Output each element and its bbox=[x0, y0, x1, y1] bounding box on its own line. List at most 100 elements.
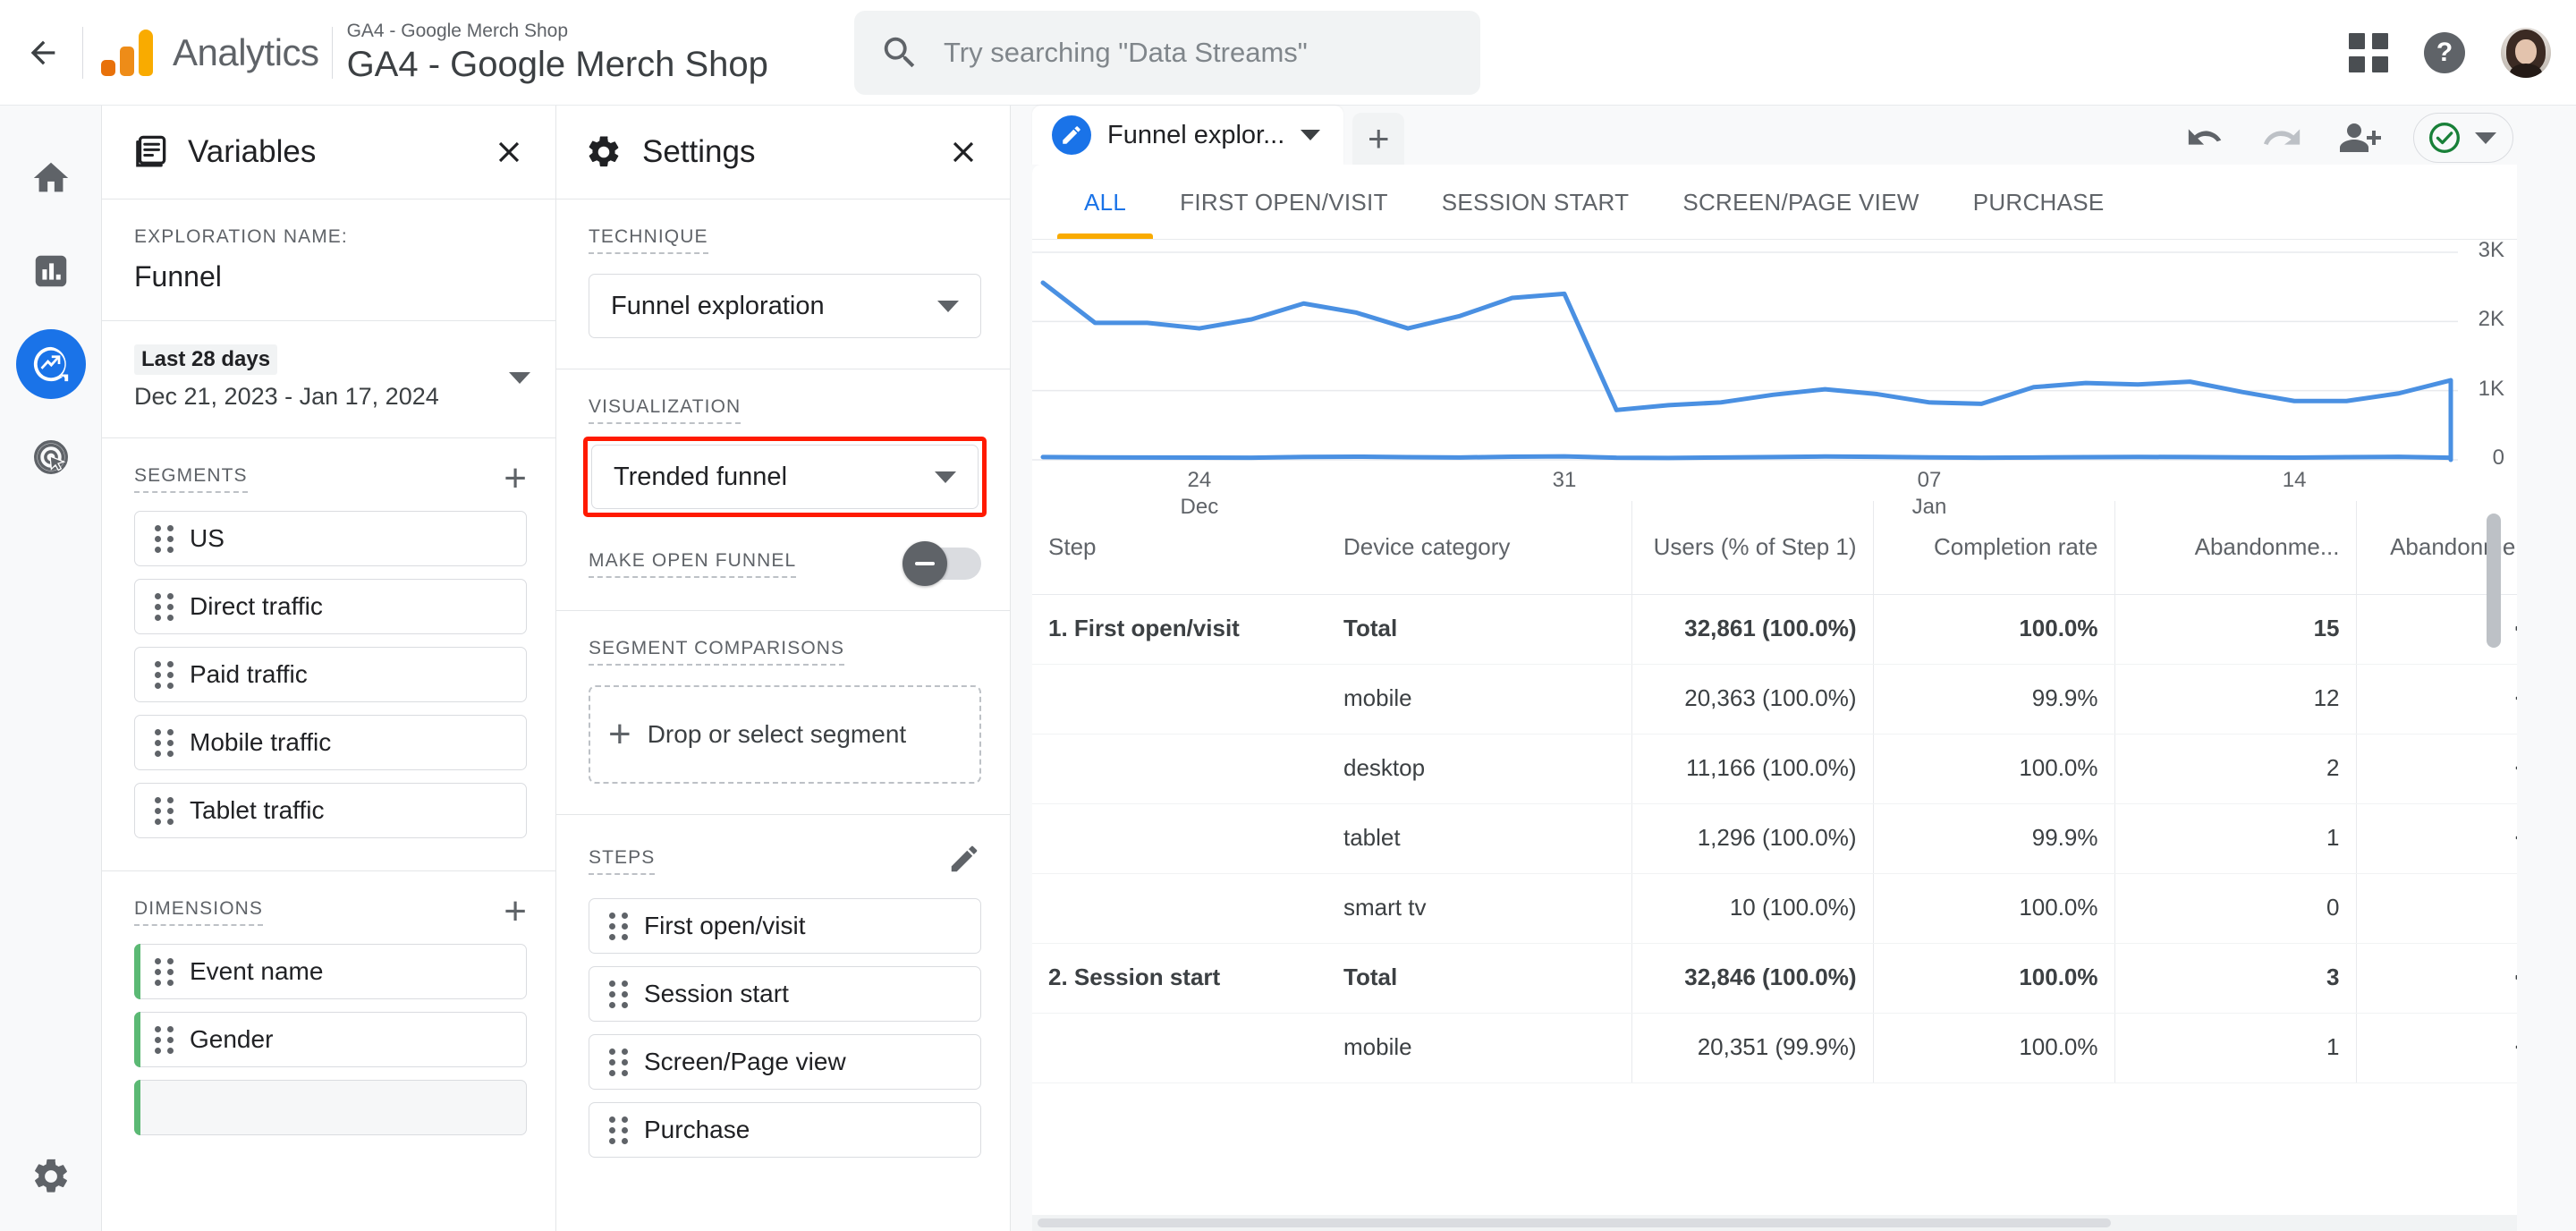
list-item[interactable]: Screen/Page view bbox=[589, 1034, 981, 1090]
table-row[interactable]: 1. First open/visit Total 32,861 (100.0%) 1… bbox=[1032, 594, 2517, 665]
list-item[interactable]: Event name bbox=[134, 944, 527, 999]
left-rail bbox=[0, 106, 102, 1231]
col-abandonments[interactable]: Abandonme... bbox=[2114, 501, 2356, 595]
sidebar-item-explore[interactable] bbox=[15, 329, 86, 399]
cell-abandonments: 1 bbox=[2114, 803, 2356, 874]
make-open-funnel-label: MAKE OPEN FUNNEL bbox=[589, 550, 797, 578]
share-button[interactable] bbox=[2336, 115, 2383, 161]
col-device-category[interactable]: Device category bbox=[1327, 501, 1631, 595]
close-settings-button[interactable] bbox=[942, 131, 985, 174]
segments-section-header: SEGMENTS + bbox=[102, 438, 555, 498]
table-row[interactable]: mobile20,351 (99.9%)100.0%1<0.1% bbox=[1032, 1013, 2517, 1083]
table-row[interactable]: 2. Session start Total 32,846 (100.0%) 100.… bbox=[1032, 943, 2517, 1014]
chart-plot-area bbox=[1032, 251, 2458, 463]
technique-select[interactable]: Funnel exploration bbox=[589, 274, 981, 338]
drag-handle-icon[interactable] bbox=[609, 980, 628, 1008]
add-tab-button[interactable]: + bbox=[1352, 113, 1405, 165]
list-item[interactable]: Mobile traffic bbox=[134, 715, 527, 770]
table-row[interactable]: desktop11,166 (100.0%)100.0%2<0.1% bbox=[1032, 734, 2517, 804]
close-variables-button[interactable] bbox=[487, 131, 530, 174]
person-add-icon bbox=[2340, 123, 2381, 152]
vertical-scrollbar[interactable] bbox=[2481, 174, 2504, 1226]
visualization-select[interactable]: Trended funnel bbox=[591, 445, 979, 509]
edit-steps-button[interactable] bbox=[947, 842, 981, 880]
tab-screen-page-view[interactable]: SCREEN/PAGE VIEW bbox=[1656, 165, 1945, 240]
drag-handle-icon[interactable] bbox=[155, 524, 174, 553]
list-item[interactable]: Session start bbox=[589, 966, 981, 1022]
help-icon[interactable]: ? bbox=[2424, 32, 2465, 73]
list-item[interactable]: US bbox=[134, 511, 527, 566]
make-open-funnel-toggle[interactable] bbox=[902, 541, 981, 586]
sidebar-item-admin[interactable] bbox=[0, 1156, 102, 1197]
back-button[interactable] bbox=[16, 26, 70, 80]
tab-all[interactable]: ALL bbox=[1057, 165, 1153, 240]
undo-button[interactable] bbox=[2182, 115, 2229, 161]
tab-purchase[interactable]: PURCHASE bbox=[1946, 165, 2131, 240]
col-completion-rate[interactable]: Completion rate bbox=[1872, 501, 2114, 595]
cell-abandonments: 1 bbox=[2114, 1013, 2356, 1083]
x-axis-tick-label: 14 bbox=[2282, 468, 2307, 492]
col-users[interactable]: Users (% of Step 1) bbox=[1631, 501, 1873, 595]
drag-handle-icon[interactable] bbox=[155, 1025, 174, 1054]
divider bbox=[82, 26, 83, 79]
dimensions-label: DIMENSIONS bbox=[134, 898, 264, 926]
redo-button[interactable] bbox=[2259, 115, 2306, 161]
cell-completion-rate: 100.0% bbox=[1872, 734, 2114, 804]
steps-section-header: STEPS bbox=[556, 815, 1010, 886]
search-bar[interactable] bbox=[854, 11, 1480, 95]
drag-handle-icon[interactable] bbox=[609, 1116, 628, 1144]
add-dimension-button[interactable]: + bbox=[504, 892, 527, 931]
apps-grid-icon[interactable] bbox=[2349, 33, 2388, 72]
cell-step bbox=[1032, 1013, 1327, 1083]
drag-handle-icon[interactable] bbox=[609, 912, 628, 940]
list-item[interactable]: Direct traffic bbox=[134, 579, 527, 634]
date-preset-chip: Last 28 days bbox=[134, 344, 278, 375]
cell-users: 11,166 (100.0%) bbox=[1631, 734, 1873, 804]
exploration-name-value[interactable]: Funnel bbox=[134, 260, 527, 293]
funnel-table: Step Device category Users (% of Step 1)… bbox=[1032, 501, 2517, 1083]
drop-or-select-segment[interactable]: + Drop or select segment bbox=[589, 685, 981, 784]
drag-handle-icon[interactable] bbox=[155, 592, 174, 621]
list-item[interactable]: Tablet traffic bbox=[134, 783, 527, 838]
tab-funnel-exploration[interactable]: Funnel explor... bbox=[1032, 106, 1344, 165]
tab-first-open-visit[interactable]: FIRST OPEN/VISIT bbox=[1153, 165, 1415, 240]
list-item[interactable]: First open/visit bbox=[589, 898, 981, 954]
chevron-down-icon[interactable] bbox=[1301, 130, 1321, 140]
table-row[interactable]: mobile20,363 (100.0%)99.9%12<0.1% bbox=[1032, 664, 2517, 734]
drag-handle-icon[interactable] bbox=[609, 1048, 628, 1076]
close-icon bbox=[953, 141, 974, 163]
property-selector[interactable]: GA4 - Google Merch Shop GA4 - Google Mer… bbox=[347, 20, 768, 85]
list-item[interactable]: Purchase bbox=[589, 1102, 981, 1158]
drag-handle-icon[interactable] bbox=[155, 796, 174, 825]
table-row[interactable]: tablet1,296 (100.0%)99.9%1<0.1% bbox=[1032, 803, 2517, 874]
cell-users: 1,296 (100.0%) bbox=[1631, 803, 1873, 874]
top-bar: Analytics GA4 - Google Merch Shop GA4 - … bbox=[0, 0, 2576, 106]
save-status-chip[interactable] bbox=[2413, 113, 2513, 163]
exploration-card: ALL FIRST OPEN/VISIT SESSION START SCREE… bbox=[1032, 165, 2517, 1231]
horizontal-scrollbar[interactable] bbox=[1032, 1215, 2517, 1231]
search-input[interactable] bbox=[944, 37, 1445, 69]
add-segment-button[interactable]: + bbox=[504, 459, 527, 498]
list-item[interactable] bbox=[134, 1080, 527, 1135]
cell-users: 20,351 (99.9%) bbox=[1631, 1013, 1873, 1083]
list-item[interactable]: Gender bbox=[134, 1012, 527, 1067]
cell-step: 1. First open/visit bbox=[1032, 594, 1327, 665]
step-label: First open/visit bbox=[644, 912, 806, 939]
explore-icon bbox=[33, 346, 68, 382]
date-range-selector[interactable]: Last 28 days Dec 21, 2023 - Jan 17, 2024 bbox=[102, 321, 555, 437]
drag-handle-icon[interactable] bbox=[155, 728, 174, 757]
drag-handle-icon[interactable] bbox=[155, 660, 174, 689]
cell-users: 32,846 (100.0%) bbox=[1631, 943, 1873, 1014]
sidebar-item-advertising[interactable] bbox=[16, 422, 86, 492]
col-step[interactable]: Step bbox=[1032, 501, 1327, 595]
list-item[interactable]: Paid traffic bbox=[134, 647, 527, 702]
sidebar-item-reports[interactable] bbox=[16, 236, 86, 306]
chart-series-line bbox=[1040, 454, 2453, 461]
drag-handle-icon[interactable] bbox=[155, 957, 174, 986]
sidebar-item-home[interactable] bbox=[16, 143, 86, 213]
tab-session-start[interactable]: SESSION START bbox=[1415, 165, 1657, 240]
avatar[interactable] bbox=[2501, 28, 2551, 78]
undo-icon bbox=[2188, 129, 2222, 145]
cell-abandonments: 0 bbox=[2114, 873, 2356, 944]
table-row[interactable]: smart tv10 (100.0%)100.0%00.0% bbox=[1032, 873, 2517, 944]
